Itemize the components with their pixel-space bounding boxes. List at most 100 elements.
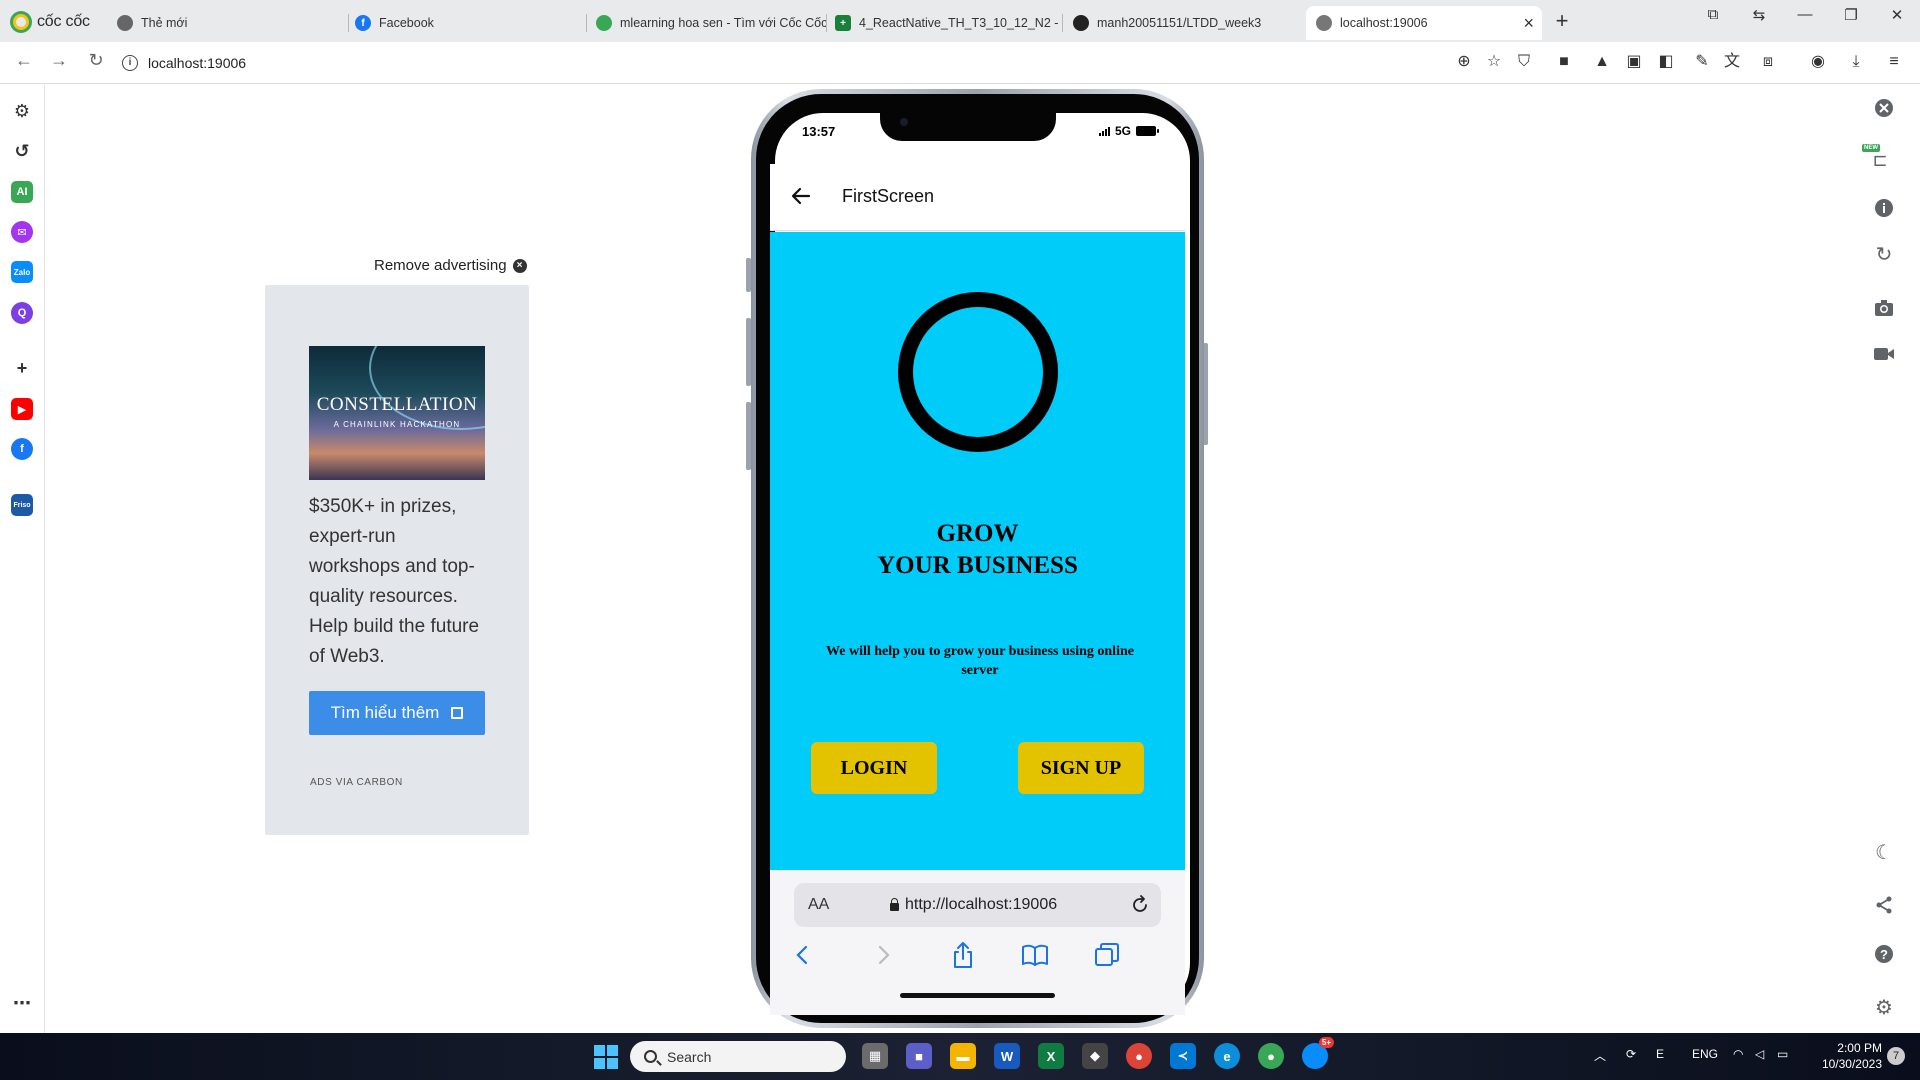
extension-icon[interactable]: ▲ (1592, 52, 1612, 72)
signup-button[interactable]: SIGN UP (1018, 742, 1144, 794)
back-arrow-icon[interactable] (789, 184, 813, 208)
tab-search[interactable]: mlearning hoa sen - Tìm với Cốc Cốc (586, 6, 826, 40)
tab-facebook[interactable]: f Facebook (345, 6, 585, 40)
download-icon[interactable]: ⤓ (1846, 52, 1866, 72)
profile-switch-icon[interactable]: ⇆ (1744, 6, 1774, 24)
extension-notion-icon[interactable]: ◧ (1656, 52, 1676, 72)
info-icon[interactable] (1872, 196, 1896, 220)
remove-advertising-link[interactable]: Remove advertising × (374, 257, 527, 274)
unity-icon[interactable]: ◆ (1082, 1043, 1108, 1069)
safari-toolbar: AA http://localhost:19006 (770, 870, 1185, 1015)
word-icon[interactable]: W (994, 1043, 1020, 1069)
browser-brand[interactable]: cốc cốc (10, 10, 90, 34)
back-button[interactable]: ← (12, 50, 36, 71)
close-tab-icon[interactable]: × (1523, 13, 1534, 34)
camera-icon[interactable] (1872, 296, 1896, 320)
restore-button[interactable]: ❐ (1836, 6, 1866, 24)
vscode-icon[interactable]: ≺ (1170, 1043, 1196, 1069)
reload-button[interactable]: ↻ (84, 50, 108, 71)
add-icon[interactable]: + (11, 357, 33, 379)
translate-icon[interactable]: 文 (1722, 52, 1742, 72)
safari-reload-icon[interactable] (1128, 893, 1152, 917)
login-button[interactable]: LOGIN (811, 742, 937, 794)
facebook-icon: f (355, 15, 371, 31)
sync-icon[interactable]: ⟳ (1626, 1047, 1636, 1061)
minimize-button[interactable]: — (1790, 6, 1820, 23)
facebook-icon[interactable]: f (11, 438, 33, 460)
ad-body[interactable]: $350K+ in prizes, expert-run workshops a… (309, 492, 491, 672)
coccoc-taskbar-icon[interactable]: ● (1258, 1043, 1284, 1069)
forward-button[interactable]: → (47, 50, 71, 71)
tab-localhost[interactable]: localhost:19006 × (1306, 6, 1542, 40)
windows-start-icon[interactable] (594, 1045, 618, 1069)
messenger-icon[interactable]: ✉ (11, 221, 33, 243)
shield-extension-icon[interactable]: ⛉ (1514, 52, 1534, 72)
notification-badge[interactable]: 7 (1887, 1047, 1905, 1065)
tab-search-icon[interactable]: ⧉ (1698, 6, 1728, 23)
safari-back-icon[interactable] (788, 940, 818, 970)
close-window-button[interactable]: ✕ (1882, 6, 1912, 24)
volume-icon[interactable]: ◁ (1755, 1047, 1764, 1061)
device-emulator-icon[interactable]: NEW ⊏ (1862, 144, 1898, 170)
edge-icon[interactable]: e (1214, 1043, 1240, 1069)
task-view-icon[interactable]: ▦ (862, 1043, 888, 1069)
history-icon[interactable]: ↺ (11, 140, 33, 162)
zalo-taskbar-icon[interactable]: 5+ (1302, 1037, 1334, 1069)
system-clock[interactable]: 2:00 PM 10/30/2023 (1812, 1040, 1882, 1072)
taskbar-search[interactable]: Search (630, 1041, 846, 1072)
extension-game-icon[interactable]: ■ (1554, 52, 1574, 72)
tab-github[interactable]: manh20051151/LTDD_week3 (1063, 6, 1303, 40)
safari-tabs-icon[interactable] (1092, 940, 1122, 970)
ad-image[interactable]: CONSTELLATION A CHAINLINK HACKATHON (309, 346, 485, 480)
more-icon[interactable]: ⋯ (11, 992, 33, 1014)
address-bar[interactable]: i localhost:19006 (122, 48, 1502, 78)
rotate-icon[interactable]: ↻ (1872, 242, 1896, 266)
ad-cta-button[interactable]: Tìm hiểu thêm (309, 691, 485, 735)
safari-bookmarks-icon[interactable] (1020, 940, 1050, 970)
safari-address-bar[interactable]: AA http://localhost:19006 (794, 883, 1161, 927)
panel-settings-icon[interactable]: ⚙ (1872, 995, 1896, 1019)
help-icon[interactable]: ? (1872, 942, 1896, 966)
chrome-icon[interactable]: ● (1126, 1043, 1152, 1069)
ai-icon[interactable]: AI (11, 181, 33, 203)
friso-icon[interactable]: Friso (11, 494, 33, 516)
sheets-icon: + (835, 15, 851, 31)
network-label: 5G (1115, 124, 1132, 138)
tab-label: manh20051151/LTDD_week3 (1097, 16, 1262, 30)
ad-footer[interactable]: ADS VIA CARBON (310, 777, 403, 788)
settings-icon[interactable]: ⚙ (11, 100, 33, 122)
excel-icon[interactable]: X (1038, 1043, 1064, 1069)
battery-tray-icon[interactable]: ▭ (1777, 1047, 1788, 1061)
language-indicator[interactable]: ENG (1692, 1047, 1718, 1061)
tab-sheets[interactable]: + 4_ReactNative_TH_T3_10_12_N2 - Go (825, 6, 1061, 40)
text-size-button[interactable]: AA (808, 896, 829, 914)
unikey-icon[interactable]: E (1656, 1047, 1664, 1061)
new-badge: NEW (1862, 144, 1880, 152)
share-icon[interactable] (1872, 893, 1896, 917)
file-explorer-icon[interactable]: ▬ (950, 1043, 976, 1069)
clock-time: 2:00 PM (1837, 1041, 1882, 1055)
teams-chat-icon[interactable]: ■ (906, 1043, 932, 1069)
dark-mode-icon[interactable]: ☾ (1872, 840, 1896, 864)
menu-icon[interactable]: ≡ (1884, 52, 1904, 72)
safari-share-icon[interactable] (948, 940, 978, 970)
close-panel-icon[interactable] (1872, 96, 1896, 120)
search-q-icon[interactable]: Q (11, 302, 33, 324)
video-record-icon[interactable] (1872, 342, 1896, 366)
tab-new-tab[interactable]: Thẻ mới (107, 6, 347, 40)
zoom-icon[interactable]: ⊕ (1454, 52, 1474, 72)
youtube-icon[interactable]: ▶ (11, 398, 33, 420)
brand-name: cốc cốc (37, 13, 90, 30)
tray-overflow-icon[interactable]: ︿ (1594, 1047, 1606, 1064)
wifi-icon[interactable]: ◠ (1733, 1047, 1743, 1061)
safari-forward-icon[interactable] (868, 940, 898, 970)
profile-icon[interactable]: ◉ (1808, 52, 1828, 72)
site-info-icon[interactable]: i (122, 55, 138, 71)
extension-pen-icon[interactable]: ✎ (1692, 52, 1712, 72)
search-icon (644, 1050, 657, 1063)
new-tab-button[interactable]: + (1549, 8, 1575, 34)
bookmark-star-icon[interactable]: ☆ (1484, 52, 1504, 72)
zalo-icon[interactable]: Zalo (11, 261, 33, 283)
extensions-puzzle-icon[interactable]: ⧈ (1758, 52, 1778, 72)
extension-selenium-icon[interactable]: ▣ (1624, 52, 1644, 72)
